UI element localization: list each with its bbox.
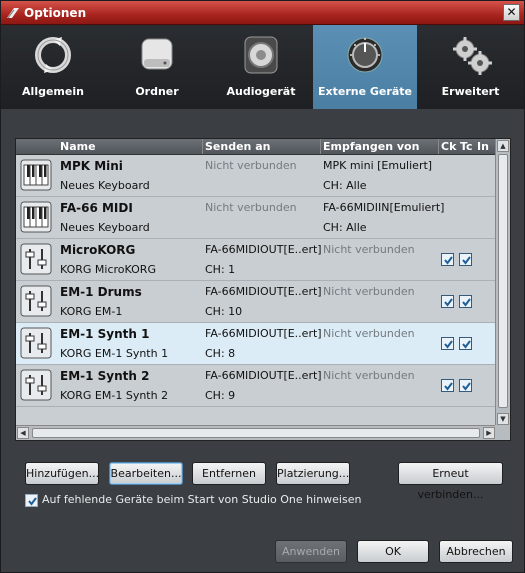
device-type: KORG EM-1 Synth 1 <box>60 347 169 360</box>
send-to: FA-66MIDIOUT[E..ert] <box>205 285 322 298</box>
device-row[interactable]: MPK Mini Neues Keyboard Nicht verbunden … <box>16 155 496 197</box>
scroll-corner <box>495 425 510 440</box>
synth-module-icon <box>20 243 52 275</box>
ck-checkbox[interactable] <box>441 337 454 350</box>
edit-button[interactable]: Bearbeiten... <box>109 462 183 485</box>
ck-checkbox[interactable] <box>441 379 454 392</box>
synth-module-icon <box>20 285 52 317</box>
receive-channel: CH: Alle <box>323 179 367 192</box>
gears-icon <box>453 37 492 75</box>
tab-audiogeraet[interactable]: Audiogerät <box>209 25 313 109</box>
tc-checkbox[interactable] <box>459 295 472 308</box>
receive-channel: CH: Alle <box>323 221 367 234</box>
column-header-tc[interactable]: Tc <box>460 140 473 153</box>
device-row[interactable]: EM-1 Synth 2 KORG EM-1 Synth 2 FA-66MIDI… <box>16 365 496 407</box>
column-header-receive[interactable]: Empfangen von <box>323 140 419 153</box>
tc-checkbox[interactable] <box>459 253 472 266</box>
tab-label: Externe Geräte <box>318 85 412 98</box>
scroll-down-icon[interactable]: ▼ <box>497 413 509 425</box>
device-name: MicroKORG <box>60 243 136 257</box>
horizontal-scroll-thumb[interactable] <box>32 428 480 438</box>
tab-label: Audiogerät <box>226 85 296 98</box>
tab-externe-geraete[interactable]: Externe Geräte <box>313 25 417 109</box>
keyboard-icon <box>20 159 52 191</box>
tab-allgemein[interactable]: Allgemein <box>1 25 105 109</box>
send-to: FA-66MIDIOUT[E..ert] <box>205 243 322 256</box>
ok-button[interactable]: OK <box>357 540 429 563</box>
send-channel: CH: 1 <box>205 263 236 276</box>
list-header: Name Senden an Empfangen von Ck Tc In <box>16 139 496 155</box>
send-channel: CH: 9 <box>205 389 236 402</box>
horizontal-scrollbar[interactable]: ◀ ▶ <box>16 425 496 440</box>
add-button[interactable]: Hinzufügen... <box>25 462 99 485</box>
send-to: Nicht verbunden <box>205 159 297 172</box>
send-to: FA-66MIDIOUT[E..ert] <box>205 369 322 382</box>
device-row[interactable]: EM-1 Synth 1 KORG EM-1 Synth 1 FA-66MIDI… <box>16 323 496 365</box>
device-name: EM-1 Drums <box>60 285 142 299</box>
receive-from: Nicht verbunden <box>323 285 415 298</box>
tc-checkbox[interactable] <box>459 379 472 392</box>
options-dialog: Optionen ✕ Allgemein Ordner Audiogerät E… <box>0 0 525 573</box>
receive-from: Nicht verbunden <box>323 369 415 382</box>
cancel-button[interactable]: Abbrechen <box>439 540 513 563</box>
scroll-left-icon[interactable]: ◀ <box>17 427 29 439</box>
scroll-right-icon[interactable]: ▶ <box>483 427 495 439</box>
title-bar[interactable]: Optionen ✕ <box>1 1 524 25</box>
tc-checkbox[interactable] <box>459 337 472 350</box>
notify-missing-checkbox[interactable] <box>25 494 38 507</box>
device-type: Neues Keyboard <box>60 221 150 234</box>
device-type: KORG MicroKORG <box>60 263 156 276</box>
knob-icon <box>347 37 383 73</box>
receive-from: Nicht verbunden <box>323 327 415 340</box>
remove-button[interactable]: Entfernen <box>192 462 266 485</box>
window-title: Optionen <box>24 6 87 20</box>
placement-button[interactable]: Platzierung... <box>276 462 350 485</box>
keyboard-icon <box>20 201 52 233</box>
column-header-in[interactable]: In <box>477 140 489 153</box>
drive-icon <box>141 38 173 70</box>
close-button[interactable]: ✕ <box>503 4 520 21</box>
device-type: KORG EM-1 Synth 2 <box>60 389 169 402</box>
device-row[interactable]: EM-1 Drums KORG EM-1 FA-66MIDIOUT[E..ert… <box>16 281 496 323</box>
speaker-icon <box>244 36 278 74</box>
refresh-icon <box>35 37 71 73</box>
device-type: Neues Keyboard <box>60 179 150 192</box>
device-name: FA-66 MIDI <box>60 201 133 215</box>
column-header-send[interactable]: Senden an <box>205 140 270 153</box>
ck-checkbox[interactable] <box>441 295 454 308</box>
receive-from: Nicht verbunden <box>323 243 415 256</box>
tab-ordner[interactable]: Ordner <box>105 25 209 109</box>
tab-label: Allgemein <box>22 85 84 98</box>
send-channel: CH: 10 <box>205 305 243 318</box>
device-name: EM-1 Synth 2 <box>60 369 150 383</box>
device-type: KORG EM-1 <box>60 305 123 318</box>
apply-button[interactable]: Anwenden <box>275 540 347 563</box>
ck-checkbox[interactable] <box>441 253 454 266</box>
reconnect-button[interactable]: Erneut verbinden... <box>398 462 503 501</box>
send-channel: CH: 8 <box>205 347 236 360</box>
device-name: MPK Mini <box>60 159 123 173</box>
options-tabs: Allgemein Ordner Audiogerät Externe Gerä… <box>1 25 524 109</box>
tab-label: Erweitert <box>441 85 500 98</box>
receive-from: FA-66MIDIIN[Emuliert] <box>323 201 445 214</box>
device-row[interactable]: FA-66 MIDI Neues Keyboard Nicht verbunde… <box>16 197 496 239</box>
vertical-scroll-thumb[interactable] <box>498 154 508 408</box>
tab-erweitert[interactable]: Erweitert <box>417 25 524 109</box>
send-to: FA-66MIDIOUT[E..ert] <box>205 327 322 340</box>
column-header-ck[interactable]: Ck <box>441 140 456 153</box>
device-name: EM-1 Synth 1 <box>60 327 150 341</box>
device-rows: MPK Mini Neues Keyboard Nicht verbunden … <box>16 155 496 425</box>
tab-label: Ordner <box>135 85 179 98</box>
app-icon <box>7 8 19 19</box>
device-row[interactable]: MicroKORG KORG MicroKORG FA-66MIDIOUT[E.… <box>16 239 496 281</box>
synth-module-icon <box>20 369 52 401</box>
receive-from: MPK mini [Emuliert] <box>323 159 433 172</box>
send-to: Nicht verbunden <box>205 201 297 214</box>
synth-module-icon <box>20 327 52 359</box>
vertical-scrollbar[interactable]: ▲ ▼ <box>495 139 510 426</box>
notify-missing-label: Auf fehlende Geräte beim Start von Studi… <box>42 493 362 506</box>
device-list: Name Senden an Empfangen von Ck Tc In MP… <box>15 138 511 441</box>
column-header-name[interactable]: Name <box>60 140 96 153</box>
scroll-up-icon[interactable]: ▲ <box>497 140 509 152</box>
